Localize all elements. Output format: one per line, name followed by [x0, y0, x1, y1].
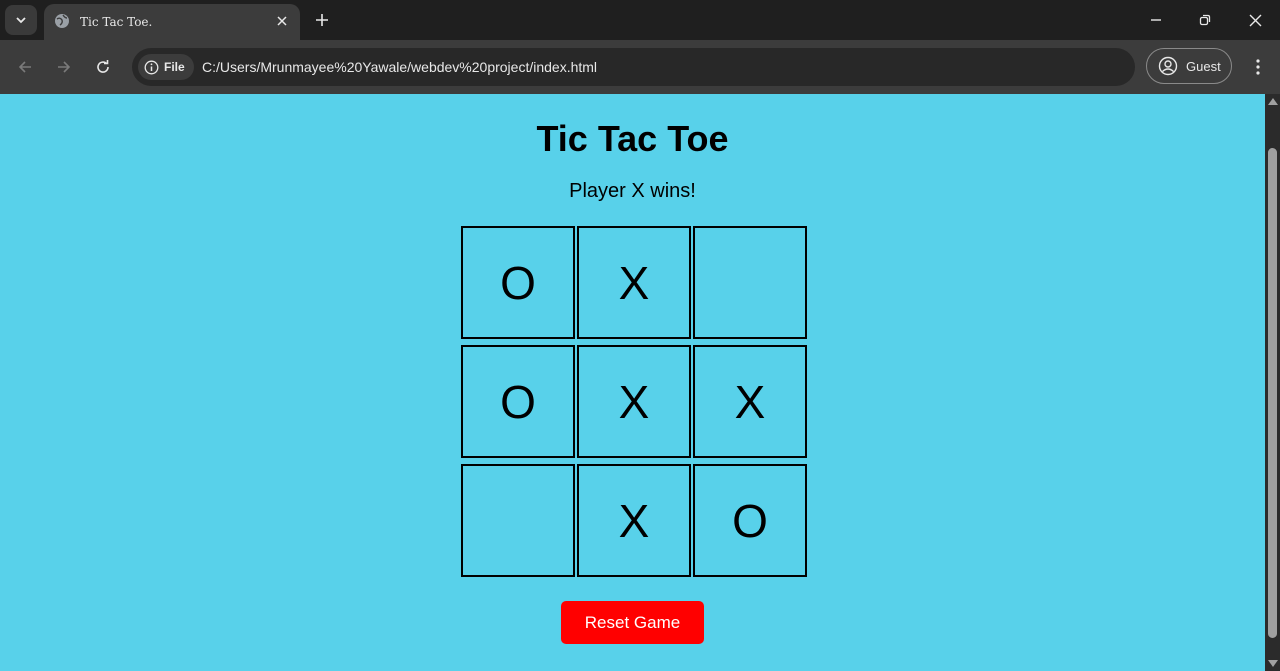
close-icon: [277, 16, 287, 26]
game-board: O X O X X X O: [461, 226, 809, 577]
profile-button[interactable]: Guest: [1146, 48, 1232, 84]
chevron-down-icon: [16, 17, 26, 24]
tab-search-button[interactable]: [5, 5, 37, 35]
browser-toolbar: File C:/Users/Mrunmayee%20Yawale/webdev%…: [0, 40, 1280, 94]
close-window-button[interactable]: [1243, 8, 1267, 32]
page-viewport: Tic Tac Toe Player X wins! O X O X X X O…: [0, 94, 1265, 671]
arrow-left-icon: [18, 61, 31, 73]
minimize-button[interactable]: [1144, 8, 1168, 32]
close-icon: [1249, 14, 1261, 26]
browser-tab[interactable]: Tic Tac Toe.: [44, 4, 300, 40]
board-cell[interactable]: O: [461, 345, 575, 458]
scroll-thumb[interactable]: [1268, 148, 1277, 638]
back-button[interactable]: [13, 55, 37, 79]
board-cell[interactable]: [461, 464, 575, 577]
url-text[interactable]: C:/Users/Mrunmayee%20Yawale/webdev%20pro…: [202, 59, 597, 75]
board-cell[interactable]: [693, 226, 807, 339]
arrow-right-icon: [58, 61, 71, 73]
minimize-icon: [1151, 19, 1161, 21]
board-cell[interactable]: X: [577, 464, 691, 577]
board-cell[interactable]: X: [577, 345, 691, 458]
more-vertical-icon: [1256, 59, 1260, 75]
restore-button[interactable]: [1193, 8, 1217, 32]
site-info-label: File: [164, 60, 185, 74]
profile-label: Guest: [1186, 58, 1221, 74]
browser-menu-button[interactable]: [1246, 55, 1270, 79]
site-info-chip[interactable]: File: [138, 54, 194, 80]
forward-button[interactable]: [52, 55, 76, 79]
plus-icon: [316, 14, 328, 26]
reload-icon: [97, 60, 109, 73]
board-cell[interactable]: O: [461, 226, 575, 339]
new-tab-button[interactable]: [312, 10, 332, 30]
globe-icon: [55, 14, 69, 28]
tab-title: Tic Tac Toe.: [80, 15, 153, 29]
scroll-up-arrow[interactable]: [1268, 98, 1278, 105]
close-tab-button[interactable]: [274, 13, 290, 29]
reload-button[interactable]: [91, 55, 115, 79]
board-cell[interactable]: X: [577, 226, 691, 339]
vertical-scrollbar[interactable]: [1265, 94, 1280, 671]
board-cell[interactable]: O: [693, 464, 807, 577]
game-status: Player X wins!: [569, 180, 696, 202]
board-cell[interactable]: X: [693, 345, 807, 458]
restore-icon: [1199, 14, 1211, 26]
account-circle-icon: [1158, 56, 1178, 76]
scroll-down-arrow[interactable]: [1268, 660, 1278, 667]
address-bar[interactable]: File C:/Users/Mrunmayee%20Yawale/webdev%…: [132, 48, 1135, 86]
tab-strip: Tic Tac Toe.: [0, 0, 1280, 40]
info-icon: [144, 60, 159, 74]
reset-game-button[interactable]: Reset Game: [561, 601, 704, 644]
page-title: Tic Tac Toe: [536, 118, 729, 159]
